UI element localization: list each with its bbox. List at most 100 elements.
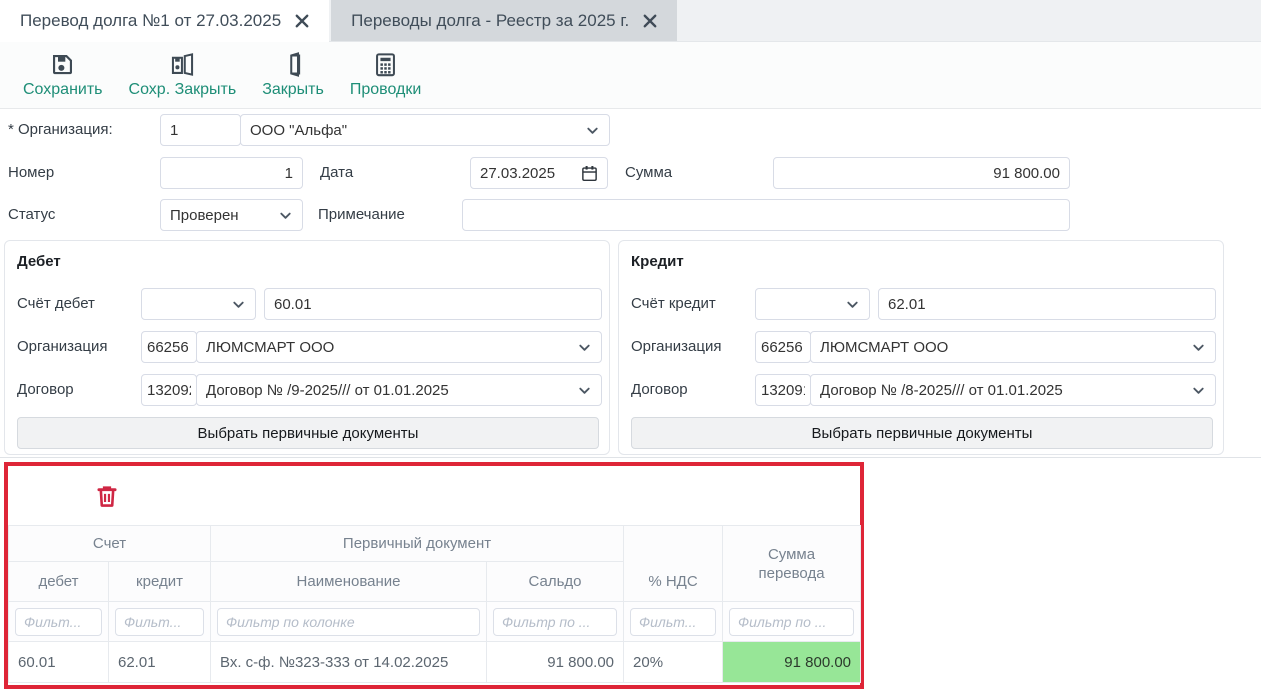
date-input[interactable]: 27.03.2025 xyxy=(470,157,608,189)
organization-select-value: ООО "Альфа" xyxy=(250,122,347,139)
close-tab-icon[interactable] xyxy=(295,14,309,28)
save-label: Сохранить xyxy=(23,81,103,99)
debit-pick-primary-docs-label: Выбрать первичные документы xyxy=(198,425,419,442)
debit-account-label: Счёт дебет xyxy=(17,295,95,312)
cell-credit-account: 62.01 xyxy=(109,642,211,683)
filter-saldo-input[interactable] xyxy=(493,608,617,636)
credit-organization-code-input[interactable] xyxy=(755,331,811,363)
cell-document-name: Вх. с-ф. №323-333 от 14.02.2025 xyxy=(211,642,487,683)
postings-label: Проводки xyxy=(350,81,421,99)
chevron-down-icon xyxy=(1185,383,1206,398)
organization-label: * Организация: xyxy=(8,121,113,138)
credit-contract-label: Договор xyxy=(631,381,688,398)
sum-label: Сумма xyxy=(625,164,672,181)
header-transfer-sum: Сумма перевода xyxy=(723,526,861,602)
debit-pick-primary-docs-button[interactable]: Выбрать первичные документы xyxy=(17,417,599,449)
postings-button[interactable]: Проводки xyxy=(337,47,434,103)
header-credit: кредит xyxy=(109,562,211,602)
close-door-icon xyxy=(280,51,307,78)
credit-account-select[interactable] xyxy=(755,288,870,320)
group-header-account: Счет xyxy=(9,526,211,562)
sum-input[interactable] xyxy=(773,157,1070,189)
credit-account-input[interactable] xyxy=(878,288,1216,320)
number-input[interactable] xyxy=(160,157,303,189)
debit-organization-label: Организация xyxy=(17,338,107,355)
credit-contract-select[interactable]: Договор № /8-2025/// от 01.01.2025 xyxy=(810,374,1216,406)
save-close-icon xyxy=(169,51,196,78)
credit-pick-primary-docs-button[interactable]: Выбрать первичные документы xyxy=(631,417,1213,449)
filter-vat-input[interactable] xyxy=(630,608,716,636)
calendar-icon[interactable] xyxy=(575,165,598,182)
tab-debt-transfers-register[interactable]: Переводы долга - Реестр за 2025 г. xyxy=(331,0,677,41)
chevron-down-icon xyxy=(1185,340,1206,355)
group-header-primary-doc: Первичный документ xyxy=(211,526,624,562)
save-button[interactable]: Сохранить xyxy=(10,47,116,103)
note-label: Примечание xyxy=(318,206,405,223)
filter-debit-input[interactable] xyxy=(15,608,102,636)
document-header-form: * Организация: ООО "Альфа" Номер Дата 27… xyxy=(0,110,1261,240)
debit-contract-code-input[interactable] xyxy=(141,374,197,406)
debit-contract-select[interactable]: Договор № /9-2025/// от 01.01.2025 xyxy=(196,374,602,406)
filter-credit-input[interactable] xyxy=(115,608,204,636)
credit-panel-title: Кредит xyxy=(631,253,684,270)
tab-label: Перевод долга №1 от 27.03.2025 xyxy=(20,11,281,31)
status-select[interactable]: Проверен xyxy=(160,199,303,231)
save-icon xyxy=(49,51,76,78)
debit-account-select[interactable] xyxy=(141,288,256,320)
table-row[interactable]: 60.01 62.01 Вх. с-ф. №323-333 от 14.02.2… xyxy=(9,642,861,683)
date-label: Дата xyxy=(320,164,353,181)
debit-contract-label: Договор xyxy=(17,381,74,398)
organization-select[interactable]: ООО "Альфа" xyxy=(240,114,610,146)
organization-code-input[interactable] xyxy=(160,114,241,146)
debit-contract-select-value: Договор № /9-2025/// от 01.01.2025 xyxy=(206,382,449,399)
credit-contract-code-input[interactable] xyxy=(755,374,811,406)
cell-debit-account: 60.01 xyxy=(9,642,109,683)
debit-panel: Дебет Счёт дебет Организация ЛЮМСМАРТ ОО… xyxy=(4,240,610,455)
debit-account-input[interactable] xyxy=(264,288,602,320)
header-debit: дебет xyxy=(9,562,109,602)
document-toolbar: Сохранить Сохр. Закрыть Закрыть Проводки xyxy=(0,42,1261,109)
section-divider xyxy=(0,457,1261,458)
filter-sum-input[interactable] xyxy=(729,608,854,636)
header-saldo: Сальдо xyxy=(487,562,624,602)
cell-saldo: 91 800.00 xyxy=(487,642,624,683)
credit-organization-select-value: ЛЮМСМАРТ ООО xyxy=(820,339,948,356)
documents-table-toolbar xyxy=(8,466,860,525)
status-select-value: Проверен xyxy=(170,207,239,224)
tab-bar: Перевод долга №1 от 27.03.2025 Переводы … xyxy=(0,0,1261,42)
credit-account-label: Счёт кредит xyxy=(631,295,716,312)
cell-transfer-sum: 91 800.00 xyxy=(723,642,861,683)
delete-row-button[interactable] xyxy=(94,483,120,509)
chevron-down-icon xyxy=(571,340,592,355)
primary-documents-table: Счет Первичный документ Сумма перевода д… xyxy=(8,525,861,683)
header-vat: % НДС xyxy=(624,562,723,602)
number-label: Номер xyxy=(8,164,54,181)
cell-vat: 20% xyxy=(624,642,723,683)
debit-organization-select[interactable]: ЛЮМСМАРТ ООО xyxy=(196,331,602,363)
filter-name-input[interactable] xyxy=(217,608,480,636)
header-name: Наименование xyxy=(211,562,487,602)
debit-organization-select-value: ЛЮМСМАРТ ООО xyxy=(206,339,334,356)
status-label: Статус xyxy=(8,206,55,223)
credit-organization-label: Организация xyxy=(631,338,721,355)
trash-icon xyxy=(94,483,120,509)
tab-debt-transfer-document[interactable]: Перевод долга №1 от 27.03.2025 xyxy=(0,0,329,42)
close-button[interactable]: Закрыть xyxy=(249,47,337,103)
primary-documents-section: Счет Первичный документ Сумма перевода д… xyxy=(4,462,864,689)
group-header-empty xyxy=(624,526,723,562)
date-value: 27.03.2025 xyxy=(480,165,555,182)
note-input[interactable] xyxy=(462,199,1070,231)
tab-label: Переводы долга - Реестр за 2025 г. xyxy=(351,11,629,31)
close-tab-icon[interactable] xyxy=(643,14,657,28)
save-close-label: Сохр. Закрыть xyxy=(129,81,237,99)
chevron-down-icon xyxy=(272,208,293,223)
credit-organization-select[interactable]: ЛЮМСМАРТ ООО xyxy=(810,331,1216,363)
save-close-button[interactable]: Сохр. Закрыть xyxy=(116,47,250,103)
credit-contract-select-value: Договор № /8-2025/// от 01.01.2025 xyxy=(820,382,1063,399)
close-label: Закрыть xyxy=(262,81,324,99)
credit-panel: Кредит Счёт кредит Организация ЛЮМСМАРТ … xyxy=(618,240,1224,455)
debit-organization-code-input[interactable] xyxy=(141,331,197,363)
chevron-down-icon xyxy=(579,123,600,138)
debt-transfer-window: Перевод долга №1 от 27.03.2025 Переводы … xyxy=(0,0,1261,695)
credit-pick-primary-docs-label: Выбрать первичные документы xyxy=(812,425,1033,442)
